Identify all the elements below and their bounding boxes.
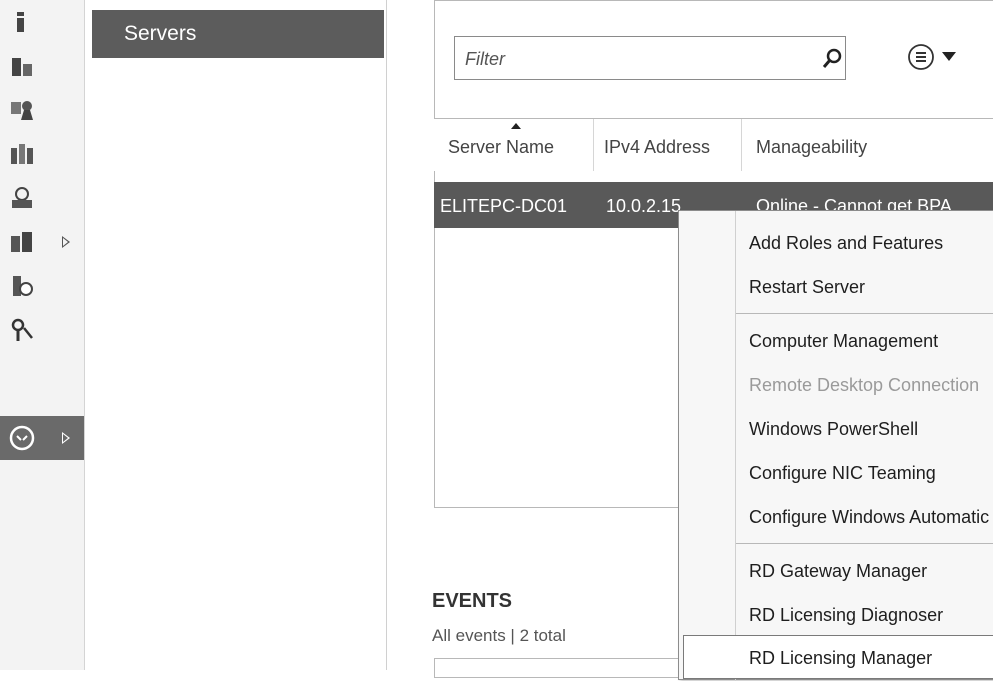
menu-item-configure-nic-teaming[interactable]: Configure NIC Teaming bbox=[679, 451, 993, 495]
chevron-down-icon[interactable] bbox=[942, 52, 956, 61]
all-servers-icon bbox=[11, 101, 33, 120]
menu-item-rd-gateway-manager[interactable]: RD Gateway Manager bbox=[679, 549, 993, 593]
server-name-cell: ELITEPC-DC01 bbox=[440, 196, 568, 216]
menu-item-computer-management[interactable]: Computer Management bbox=[679, 319, 993, 363]
menu-item-restart-server[interactable]: Restart Server bbox=[679, 265, 993, 309]
remote-desktop-services-icon bbox=[9, 425, 35, 451]
rail-item-file-storage[interactable] bbox=[0, 220, 84, 264]
rail-item-dns[interactable] bbox=[0, 176, 84, 220]
role-icon-rail bbox=[0, 0, 85, 670]
navigation-pane: Servers bbox=[92, 0, 387, 670]
filter-input[interactable] bbox=[463, 47, 797, 71]
nav-item-servers[interactable]: Servers bbox=[92, 10, 384, 58]
menu-item-rd-licensing-manager[interactable]: RD Licensing Manager bbox=[683, 635, 993, 679]
ad-ds-icon bbox=[11, 144, 33, 164]
menu-item-windows-powershell[interactable]: Windows PowerShell bbox=[679, 407, 993, 451]
events-title: EVENTS bbox=[432, 590, 513, 612]
column-header-server-name[interactable]: Server Name bbox=[434, 119, 594, 171]
menu-separator bbox=[736, 313, 993, 314]
rail-item-local-server[interactable] bbox=[0, 44, 84, 88]
column-header-ipv4-address[interactable]: IPv4 Address bbox=[594, 119, 742, 171]
rail-item-remote-desktop-services[interactable] bbox=[0, 416, 84, 460]
rail-item-dashboard[interactable] bbox=[0, 0, 84, 44]
menu-item-rd-licensing-diagnoser[interactable]: RD Licensing Diagnoser bbox=[679, 593, 993, 637]
rail-item-all-servers[interactable] bbox=[0, 88, 84, 132]
expand-arrow-icon[interactable] bbox=[62, 236, 70, 248]
rail-item-ad-ds[interactable] bbox=[0, 132, 84, 176]
rail-item-iis[interactable] bbox=[0, 264, 84, 308]
menu-separator bbox=[736, 543, 993, 544]
remote-access-icon bbox=[11, 318, 33, 341]
search-icon[interactable] bbox=[821, 47, 843, 69]
iis-icon bbox=[13, 276, 33, 296]
server-context-menu: Add Roles and Features Restart Server Co… bbox=[678, 210, 993, 681]
events-subtitle: All events | 2 total bbox=[432, 626, 566, 645]
file-storage-icon bbox=[11, 232, 32, 252]
dns-icon bbox=[12, 187, 32, 208]
menu-item-configure-windows-automatic-feedback[interactable]: Configure Windows Automatic Feedback bbox=[679, 495, 993, 539]
expand-arrow-icon[interactable] bbox=[62, 432, 70, 444]
ipv4-address-cell: 10.0.2.15 bbox=[606, 196, 682, 216]
sort-ascending-icon bbox=[511, 123, 521, 129]
servers-table-header: Server Name IPv4 Address Manageability bbox=[434, 118, 993, 171]
menu-item-add-roles-and-features[interactable]: Add Roles and Features bbox=[679, 221, 993, 265]
column-header-manageability[interactable]: Manageability bbox=[742, 119, 993, 171]
list-options-icon[interactable] bbox=[906, 42, 936, 72]
local-server-icon bbox=[12, 58, 32, 76]
rail-item-remote-access[interactable] bbox=[0, 308, 84, 352]
dashboard-icon bbox=[17, 12, 24, 32]
menu-item-remote-desktop-connection: Remote Desktop Connection bbox=[749, 375, 980, 395]
filter-box[interactable] bbox=[454, 36, 846, 80]
